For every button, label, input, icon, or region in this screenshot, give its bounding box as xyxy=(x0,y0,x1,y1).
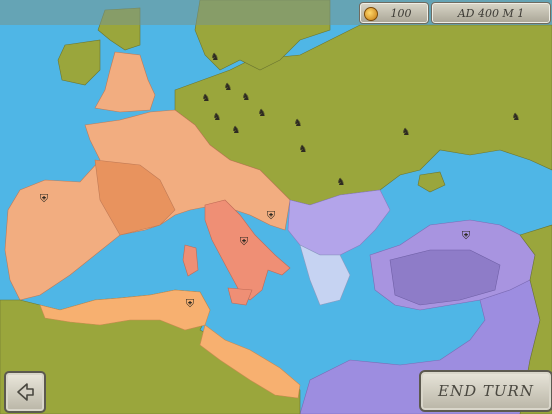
shield-icon[interactable] xyxy=(265,210,277,222)
date-value: AD 400 M 1 xyxy=(457,6,525,20)
unit-icon[interactable] xyxy=(510,112,522,124)
date-display: AD 400 M 1 xyxy=(431,2,551,24)
end-turn-button[interactable]: END TURN xyxy=(419,370,552,412)
shield-icon[interactable] xyxy=(38,193,50,205)
unit-icon[interactable] xyxy=(292,118,304,130)
shield-icon[interactable] xyxy=(238,236,250,248)
unit-icon[interactable] xyxy=(200,93,212,105)
coin-icon xyxy=(364,7,378,21)
unit-icon[interactable] xyxy=(222,82,234,94)
unit-icon[interactable] xyxy=(209,52,221,64)
unit-icon[interactable] xyxy=(256,108,268,120)
unit-icon[interactable] xyxy=(335,177,347,189)
shield-icon[interactable] xyxy=(184,298,196,310)
gold-value: 100 xyxy=(390,6,412,20)
unit-icon[interactable] xyxy=(240,92,252,104)
shield-icon[interactable] xyxy=(460,230,472,242)
unit-icon[interactable] xyxy=(297,144,309,156)
unit-icon[interactable] xyxy=(211,112,223,124)
map[interactable] xyxy=(0,0,552,414)
back-button[interactable] xyxy=(4,371,46,413)
end-turn-label: END TURN xyxy=(438,382,534,400)
unit-icon[interactable] xyxy=(230,125,242,137)
back-arrow-icon xyxy=(17,383,34,401)
gold-counter: 100 xyxy=(359,2,429,24)
unit-icon[interactable] xyxy=(400,127,412,139)
